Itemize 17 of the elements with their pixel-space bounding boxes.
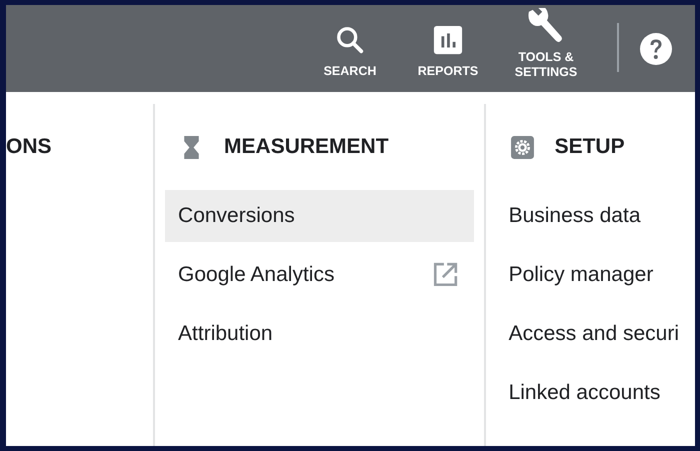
menu-item[interactable]: Google Analytics xyxy=(165,249,474,301)
menu-item[interactable]: Attribution xyxy=(165,308,474,360)
column-heading: ONS xyxy=(6,135,52,159)
menu-item[interactable]: Conversions xyxy=(165,190,474,242)
help-icon xyxy=(639,32,673,66)
menu-item[interactable]: Business data xyxy=(496,190,695,242)
menu-item[interactable]: Policy manager xyxy=(496,249,695,301)
bar-chart-icon xyxy=(433,25,463,55)
reports-button[interactable]: REPORTS xyxy=(399,5,497,92)
tools-button[interactable]: TOOLS & SETTINGS xyxy=(497,5,595,92)
search-button[interactable]: SEARCH xyxy=(301,5,399,92)
column-heading: MEASUREMENT xyxy=(224,135,389,159)
search-icon xyxy=(335,25,365,55)
menu-item[interactable]: Linked accounts xyxy=(496,367,695,419)
column-heading: SETUP xyxy=(554,135,625,159)
settings-icon xyxy=(510,134,535,160)
menu-item[interactable]: Access and securi xyxy=(496,308,695,360)
